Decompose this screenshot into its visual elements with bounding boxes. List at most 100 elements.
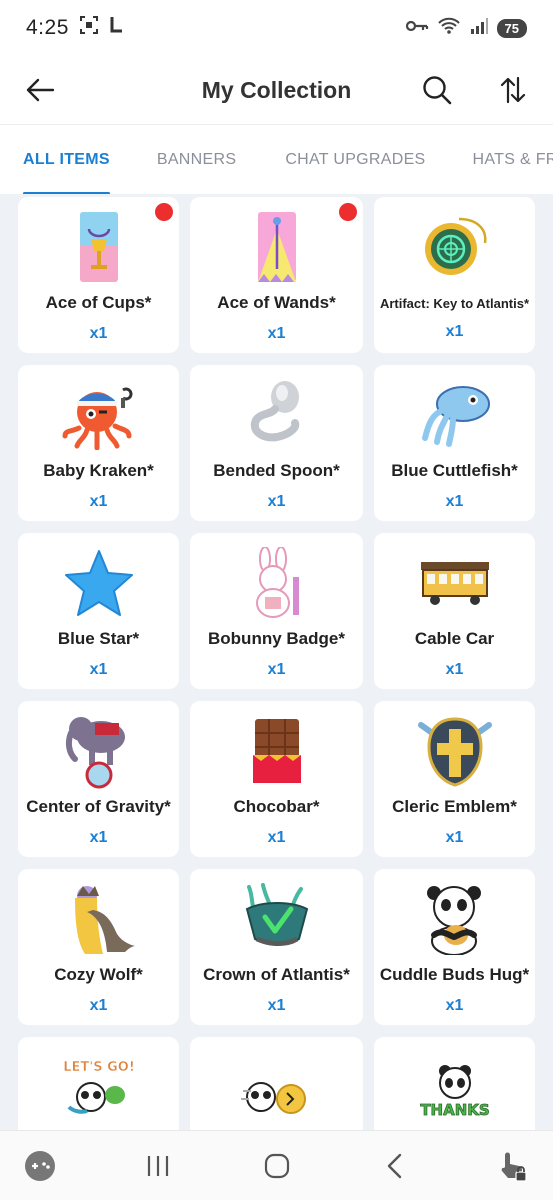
item-quantity: x1 bbox=[445, 493, 464, 510]
gamepad-icon bbox=[25, 1150, 55, 1181]
item-card[interactable]: Artifact: Key to Atlantis* x1 bbox=[374, 197, 535, 353]
tab-hats-frames[interactable]: HATS & FRA bbox=[473, 125, 553, 194]
item-card[interactable]: Center of Gravity* x1 bbox=[18, 701, 179, 857]
hand-pointer-lock-icon bbox=[501, 1152, 527, 1182]
item-quantity: x1 bbox=[445, 829, 464, 846]
item-name: Ace of Wands* bbox=[217, 293, 336, 312]
ace-of-cups-icon bbox=[59, 207, 139, 287]
item-quantity: x1 bbox=[89, 661, 108, 678]
cable-car-icon bbox=[415, 543, 495, 623]
recent-apps-button[interactable] bbox=[138, 1146, 178, 1186]
sticker-text: LET'S GO! bbox=[63, 1060, 135, 1075]
chevron-left-icon bbox=[387, 1153, 401, 1178]
racing-panda-icon bbox=[237, 1047, 317, 1127]
item-name: Bobunny Badge* bbox=[208, 629, 345, 648]
item-card[interactable]: Ace of Cups* x1 bbox=[18, 197, 179, 353]
back-button[interactable] bbox=[22, 72, 58, 108]
search-button[interactable] bbox=[419, 72, 455, 108]
thanks-panda-icon: THANKS bbox=[415, 1047, 495, 1127]
app-header: My Collection bbox=[0, 56, 553, 124]
arrow-left-icon bbox=[26, 78, 55, 102]
item-name: Center of Gravity* bbox=[26, 797, 171, 816]
item-quantity: x1 bbox=[445, 661, 464, 678]
item-name: Blue Cuttlefish* bbox=[391, 461, 518, 480]
item-card[interactable]: Blue Star* x1 bbox=[18, 533, 179, 689]
ace-of-wands-icon bbox=[237, 207, 317, 287]
sort-icon bbox=[500, 76, 526, 104]
item-name: Cozy Wolf* bbox=[54, 965, 143, 984]
item-name: Bended Spoon* bbox=[213, 461, 340, 480]
item-quantity: x1 bbox=[89, 997, 108, 1014]
signal-icon bbox=[469, 17, 489, 40]
battery-indicator: 75 bbox=[496, 18, 527, 38]
app-notification-icon bbox=[109, 15, 125, 41]
item-quantity: x1 bbox=[89, 829, 108, 846]
item-name: Ace of Cups* bbox=[45, 293, 152, 312]
system-navigation-bar bbox=[0, 1130, 553, 1200]
tab-banners[interactable]: BANNERS bbox=[157, 125, 236, 194]
key-icon bbox=[405, 18, 429, 39]
item-card[interactable]: Crown of Atlantis* x1 bbox=[190, 869, 363, 1025]
item-card[interactable]: Bended Spoon* x1 bbox=[190, 365, 363, 521]
sort-button[interactable] bbox=[495, 72, 531, 108]
items-grid: Ace of Cups* x1 Ace of Wands* x1 Artifac… bbox=[18, 197, 535, 1130]
crown-of-atlantis-icon bbox=[237, 879, 317, 959]
sticker-text: THANKS bbox=[420, 1101, 489, 1119]
item-name: Crown of Atlantis* bbox=[203, 965, 350, 984]
tab-chat-upgrades[interactable]: CHAT UPGRADES bbox=[285, 125, 425, 194]
home-icon bbox=[264, 1153, 289, 1178]
home-button[interactable] bbox=[257, 1146, 297, 1186]
new-indicator bbox=[339, 203, 357, 221]
item-card[interactable]: Cuddle Buds Hug* x1 bbox=[374, 869, 535, 1025]
bended-spoon-icon bbox=[237, 375, 317, 455]
item-quantity: x1 bbox=[267, 325, 286, 342]
item-card[interactable]: Chocobar* x1 bbox=[190, 701, 363, 857]
item-quantity: x1 bbox=[267, 493, 286, 510]
item-name: Chocobar* bbox=[233, 797, 320, 816]
status-time: 4:25 bbox=[26, 16, 69, 39]
item-name: Cable Car bbox=[414, 629, 495, 648]
item-quantity: x1 bbox=[89, 493, 108, 510]
item-quantity: x1 bbox=[445, 997, 464, 1014]
item-card[interactable]: Ace of Wands* x1 bbox=[190, 197, 363, 353]
baby-kraken-icon bbox=[59, 375, 139, 455]
blue-star-icon bbox=[59, 543, 139, 623]
category-tabs: ALL ITEMS BANNERS CHAT UPGRADES HATS & F… bbox=[0, 124, 553, 194]
items-grid-area: Ace of Cups* x1 Ace of Wands* x1 Artifac… bbox=[0, 194, 553, 1130]
item-card[interactable]: LET'S GO! bbox=[18, 1037, 179, 1130]
game-launcher-button[interactable] bbox=[20, 1146, 60, 1186]
item-quantity: x1 bbox=[267, 829, 286, 846]
item-quantity: x1 bbox=[267, 997, 286, 1014]
item-quantity: x1 bbox=[89, 325, 108, 342]
item-name: Cuddle Buds Hug* bbox=[379, 965, 530, 984]
item-quantity: x1 bbox=[267, 661, 286, 678]
tab-all-items[interactable]: ALL ITEMS bbox=[23, 125, 110, 194]
cuddle-buds-hug-icon bbox=[415, 879, 495, 959]
item-card[interactable]: Bobunny Badge* x1 bbox=[190, 533, 363, 689]
bobunny-badge-icon bbox=[237, 543, 317, 623]
item-card[interactable]: THANKS bbox=[374, 1037, 535, 1130]
blue-cuttlefish-icon bbox=[415, 375, 495, 455]
item-card[interactable]: Baby Kraken* x1 bbox=[18, 365, 179, 521]
cozy-wolf-icon bbox=[59, 879, 139, 959]
system-back-button[interactable] bbox=[375, 1146, 415, 1186]
item-card[interactable]: Cleric Emblem* x1 bbox=[374, 701, 535, 857]
item-quantity: x1 bbox=[445, 323, 464, 340]
item-name: Artifact: Key to Atlantis* bbox=[379, 296, 530, 311]
atlantis-key-icon bbox=[415, 207, 495, 287]
item-name: Blue Star* bbox=[57, 629, 140, 648]
item-card[interactable]: Cozy Wolf* x1 bbox=[18, 869, 179, 1025]
wifi-icon bbox=[437, 16, 461, 41]
item-name: Baby Kraken* bbox=[43, 461, 154, 480]
lets-go-panda-icon: LET'S GO! bbox=[59, 1047, 139, 1127]
recent-apps-icon bbox=[148, 1155, 169, 1176]
new-indicator bbox=[155, 203, 173, 221]
status-bar: 4:25 75 bbox=[0, 0, 553, 56]
item-card[interactable]: Blue Cuttlefish* x1 bbox=[374, 365, 535, 521]
touch-lock-button[interactable] bbox=[493, 1146, 533, 1186]
item-card[interactable]: Cable Car x1 bbox=[374, 533, 535, 689]
item-card[interactable] bbox=[190, 1037, 363, 1130]
center-of-gravity-icon bbox=[59, 711, 139, 791]
chocobar-icon bbox=[237, 711, 317, 791]
screenshot-icon bbox=[79, 15, 99, 41]
